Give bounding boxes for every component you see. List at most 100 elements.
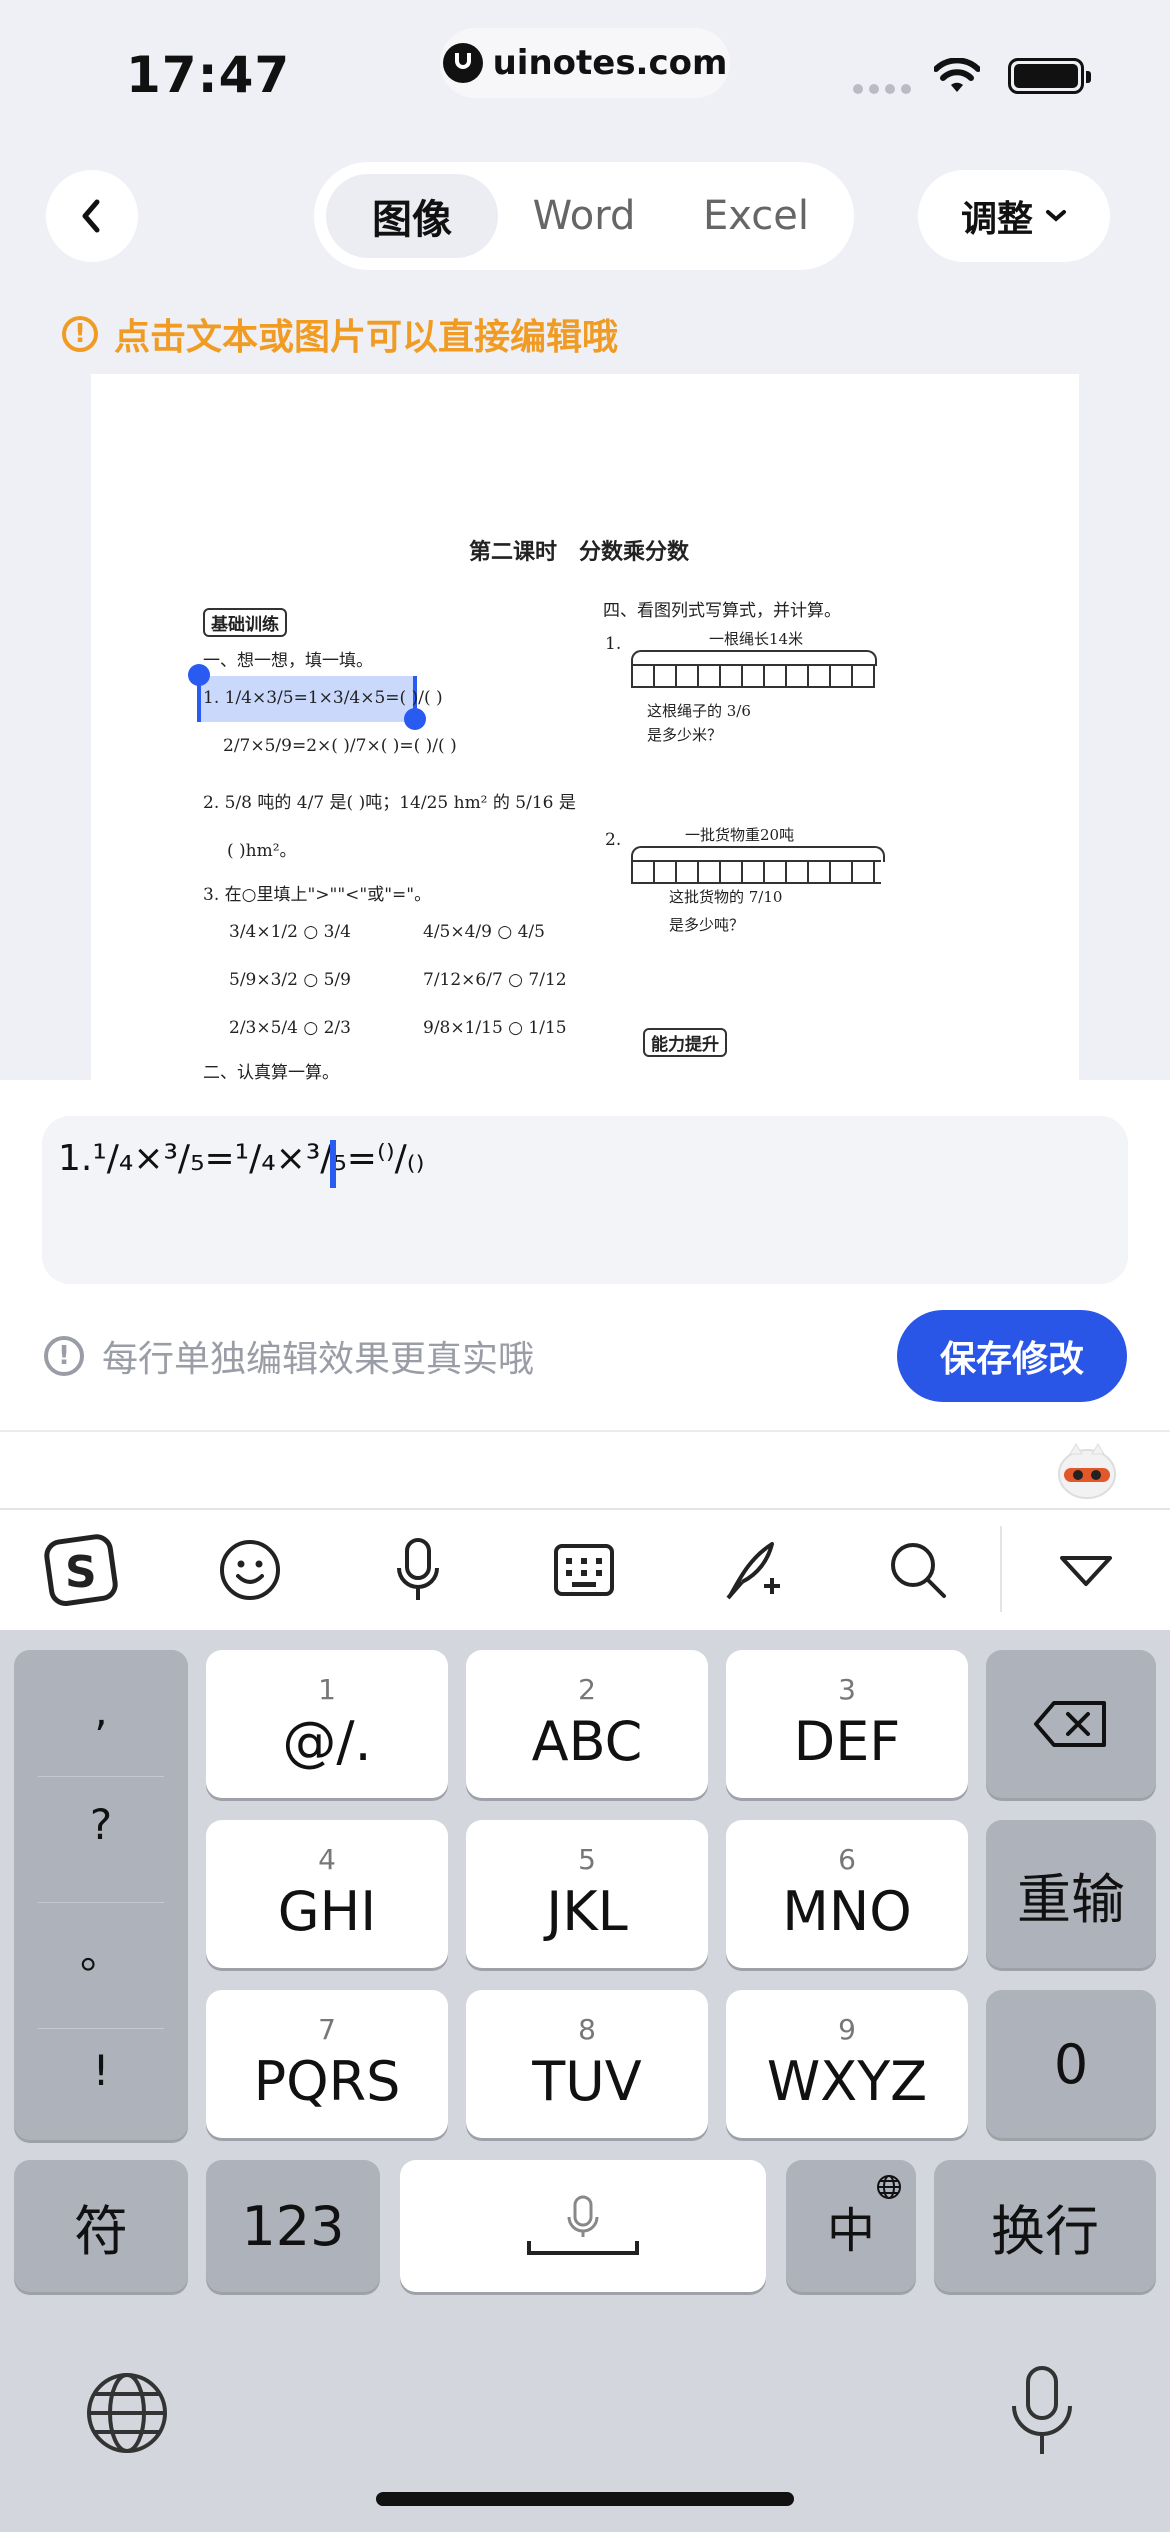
tab-image[interactable]: 图像 <box>326 174 498 258</box>
zero-key[interactable]: 0 <box>986 1990 1156 2138</box>
keyboard-layout-icon[interactable] <box>544 1530 624 1610</box>
retype-key[interactable]: 重输 <box>986 1820 1156 1968</box>
language-key[interactable]: 中 <box>786 2160 916 2292</box>
punct-question-key[interactable]: ? <box>14 1800 188 1849</box>
sogou-logo-icon[interactable]: S <box>42 1530 122 1610</box>
language-key-label: 中 <box>826 2203 875 2259</box>
cellular-signal-icon <box>853 84 911 94</box>
key-number: 2 <box>578 1672 596 1706</box>
key-9[interactable]: 9 WXYZ <box>726 1990 968 2138</box>
punct-period-key[interactable]: 。 <box>14 1920 188 1981</box>
wifi-icon <box>934 58 980 92</box>
doc-q1-line2: 2/7×5/9=2×( )/7×( )=( )/( ) <box>223 736 457 756</box>
doc-q3-cell: 3/4×1/2 ○ 3/4 <box>229 922 351 942</box>
punct-separator <box>38 1776 164 1777</box>
key-1[interactable]: 1 @/. <box>206 1650 448 1798</box>
chevron-down-icon <box>1046 210 1066 222</box>
doc-basic-training: 基础训练 <box>203 608 287 637</box>
doc-ability: 能力提升 <box>643 1028 727 1057</box>
edit-hint-text: 点击文本或图片可以直接编辑哦 <box>114 317 619 358</box>
back-button[interactable] <box>46 170 138 262</box>
key-7[interactable]: 7 PQRS <box>206 1990 448 2138</box>
doc-p1-question-1: 这根绳子的 3/6 <box>647 702 751 720</box>
status-time: 17:47 <box>126 46 291 104</box>
doc-q3-line1: 3. 在○里填上">""<"或"="。 <box>203 885 432 905</box>
doc-title: 第二课时 分数乘分数 <box>469 539 690 565</box>
punct-comma-key[interactable]: , <box>14 1686 188 1735</box>
doc-p2-question-1: 这批货物的 7/10 <box>669 888 783 906</box>
key-8[interactable]: 8 TUV <box>466 1990 708 2138</box>
doc-p2-num: 2. <box>605 830 622 850</box>
key-3[interactable]: 3 DEF <box>726 1650 968 1798</box>
mascot-icon[interactable] <box>1056 1442 1118 1500</box>
doc-section2: 二、认真算一算。 <box>203 1063 339 1080</box>
key-label: @/. <box>282 1709 372 1773</box>
globe-icon[interactable] <box>84 2370 170 2456</box>
globe-small-icon <box>877 2175 901 2199</box>
key-label: TUV <box>532 2049 642 2113</box>
doc-q3-cell: 5/9×3/2 ○ 5/9 <box>229 970 351 990</box>
hide-keyboard-icon[interactable] <box>1046 1530 1126 1610</box>
search-icon[interactable] <box>878 1530 958 1610</box>
toolbar-divider <box>1000 1526 1002 1612</box>
selection-end-handle[interactable] <box>404 708 426 730</box>
tab-excel[interactable]: Excel <box>670 174 842 258</box>
emoji-icon[interactable] <box>210 1530 290 1610</box>
key-number: 6 <box>838 1842 856 1876</box>
home-indicator <box>376 2492 794 2506</box>
key-number: 8 <box>578 2012 596 2046</box>
doc-p2-ruler <box>631 860 881 884</box>
enter-key[interactable]: 换行 <box>934 2160 1156 2292</box>
punct-separator <box>38 1902 164 1903</box>
doc-q3-cell: 7/12×6/7 ○ 7/12 <box>423 970 567 990</box>
doc-p2-label: 一批货物重20吨 <box>685 826 795 844</box>
punctuation-column[interactable]: , ? 。 ! <box>14 1650 188 2140</box>
doc-q2-line1: 2. 5/8 吨的 4/7 是( )吨；14/25 hm² 的 5/16 是 <box>203 793 576 813</box>
url-pill: uinotes.com <box>440 28 730 98</box>
divider <box>0 1430 1170 1432</box>
save-changes-button[interactable]: 保存修改 <box>897 1310 1127 1402</box>
key-number: 3 <box>838 1672 856 1706</box>
view-mode-tabs: 图像 Word Excel <box>314 162 854 270</box>
doc-q2-line2: ( )hm²。 <box>227 841 297 861</box>
key-label: MNO <box>782 1879 912 1943</box>
selection-start-handle[interactable] <box>188 664 210 686</box>
punct-separator <box>38 2028 164 2029</box>
doc-section1: 一、想一想，填一填。 <box>203 651 373 671</box>
backspace-key[interactable] <box>986 1650 1156 1798</box>
key-2[interactable]: 2 ABC <box>466 1650 708 1798</box>
key-number: 1 <box>318 1672 336 1706</box>
chevron-left-icon <box>82 199 100 233</box>
edit-tip: ! 每行单独编辑效果更真实哦 <box>44 1330 534 1382</box>
key-label: PQRS <box>253 2049 401 2113</box>
doc-p1-question-2: 是多少米？ <box>647 726 723 744</box>
numbers-key[interactable]: 123 <box>206 2160 380 2292</box>
backspace-icon <box>1034 1701 1106 1747</box>
document-page[interactable]: 第二课时 分数乘分数 基础训练 一、想一想，填一填。 1. 1/4×3/5=1×… <box>91 374 1079 1080</box>
edit-hint: ! 点击文本或图片可以直接编辑哦 <box>62 308 618 360</box>
key-number: 4 <box>318 1842 336 1876</box>
symbols-key[interactable]: 符 <box>14 2160 188 2292</box>
key-5[interactable]: 5 JKL <box>466 1820 708 1968</box>
punct-exclaim-key[interactable]: ! <box>14 2046 188 2095</box>
uinotes-logo-icon <box>442 43 483 83</box>
edit-tip-text: 每行单独编辑效果更真实哦 <box>102 1339 535 1380</box>
tab-word[interactable]: Word <box>498 174 670 258</box>
key-number: 5 <box>578 1842 596 1876</box>
key-4[interactable]: 4 GHI <box>206 1820 448 1968</box>
handwriting-icon[interactable] <box>712 1530 792 1610</box>
voice-input-icon[interactable] <box>378 1530 458 1610</box>
space-key[interactable] <box>400 2160 766 2292</box>
key-number: 7 <box>318 2012 336 2046</box>
dictation-mic-icon[interactable] <box>1004 2364 1080 2460</box>
ocr-text[interactable]: 1.¹/₄×³/₅=¹/₄×³/₅=⁽⁾/₍₎ <box>58 1138 424 1179</box>
doc-p1-ruler <box>631 664 875 688</box>
doc-q3-cell: 9/8×1/15 ○ 1/15 <box>423 1018 567 1038</box>
doc-q3-cell: 2/3×5/4 ○ 2/3 <box>229 1018 351 1038</box>
adjust-button[interactable]: 调整 <box>918 170 1110 262</box>
doc-section4: 四、看图列式写算式，并计算。 <box>603 601 841 621</box>
key-6[interactable]: 6 MNO <box>726 1820 968 1968</box>
key-label: GHI <box>277 1879 377 1943</box>
doc-q3-cell: 4/5×4/9 ○ 4/5 <box>423 922 545 942</box>
text-caret <box>330 1140 336 1188</box>
